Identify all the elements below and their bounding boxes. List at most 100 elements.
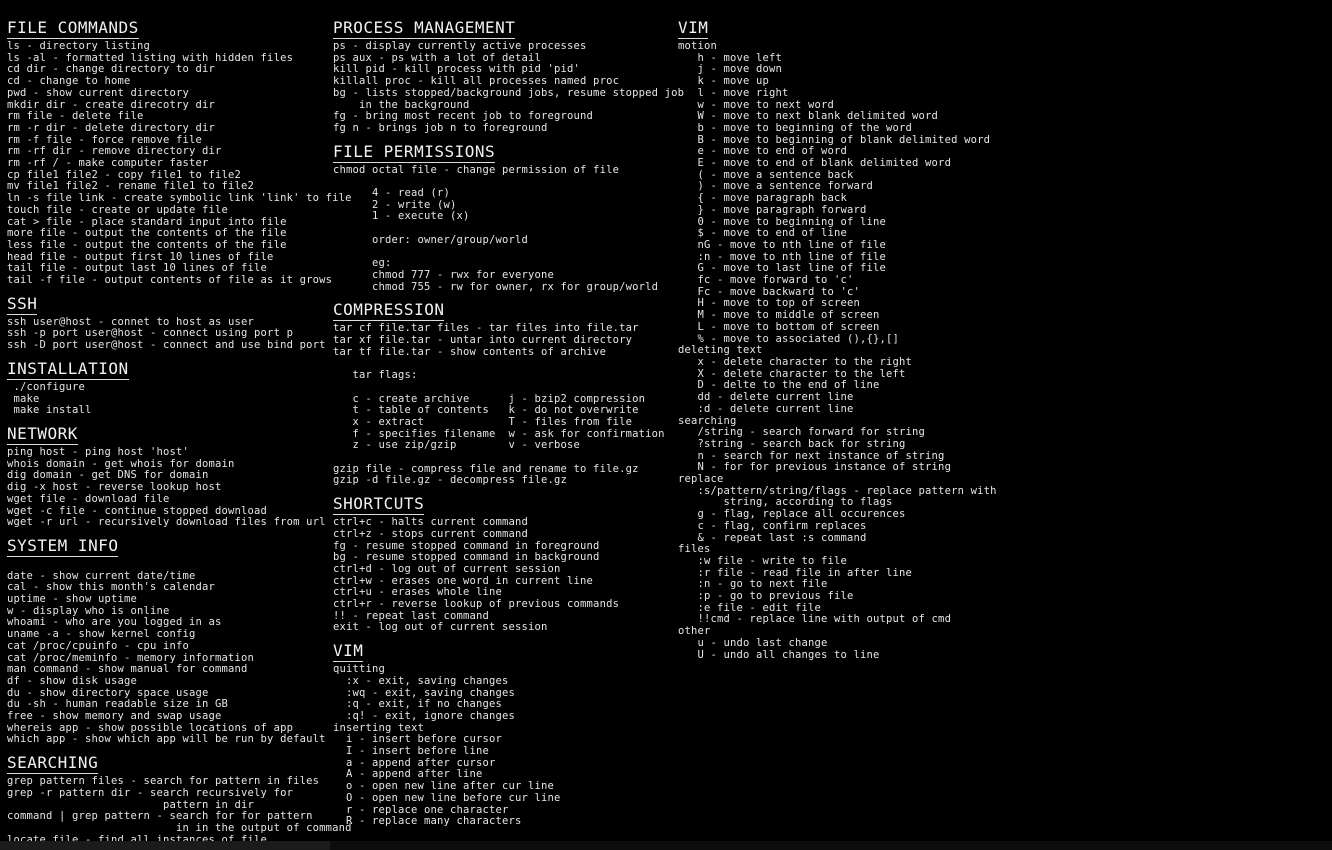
cheatsheet-line: R - replace many characters [333, 815, 522, 828]
cheatsheet-line: O - open new line before cur line [333, 791, 561, 804]
cheatsheet-line: cat /proc/cpuinfo - cpu info [7, 639, 190, 652]
cheatsheet-line: grep -r pattern dir - search recursively… [7, 786, 294, 799]
cheatsheet-line: ?string - search back for string [678, 437, 906, 450]
cheatsheet-line: :p - go to previous file [678, 590, 854, 603]
section-file-permissions: FILE PERMISSIONS chmod octal file - chan… [333, 135, 678, 294]
cheatsheet-line: } - move paragraph forward [678, 203, 867, 216]
cheatsheet-line: replace [678, 473, 724, 486]
cheatsheet-line: ctrl+d - log out of current session [333, 562, 561, 575]
cheatsheet-line [333, 452, 678, 464]
section-heading: COMPRESSION [333, 300, 445, 322]
section-file-commands: FILE COMMANDS ls - directory listing ls -… [7, 18, 351, 287]
cheatsheet-line: :x - exit, saving changes [333, 674, 509, 687]
section-lines: ./configure make make install [7, 380, 333, 417]
section-network: NETWORK ping host - ping host 'host' whoi… [7, 417, 333, 529]
cheatsheet-line: l - move right [678, 86, 789, 99]
horizontal-scrollbar[interactable] [0, 841, 1332, 850]
section-heading: SEARCHING [7, 753, 99, 775]
section-shortcuts: SHORTCUTS ctrl+c - halts current command… [333, 487, 678, 634]
cheatsheet-line: chmod 777 - rwx for everyone [333, 268, 555, 281]
cheatsheet-line: !!cmd - replace line with output of cmd [678, 613, 952, 626]
column-process-and-vim: PROCESS MANAGEMENT ps - display currentl… [333, 18, 684, 828]
cheatsheet-line: exit - log out of current session [333, 621, 548, 634]
cheatsheet-line: U - undo all changes to line [678, 648, 880, 661]
cheatsheet-line: df - show disk usage [7, 674, 138, 687]
column-file-commands: FILE COMMANDS ls - directory listing ls -… [0, 18, 352, 846]
section-heading: VIM [678, 18, 709, 39]
section-lines: date - show current date/time cal - show … [7, 559, 333, 746]
cheatsheet-line: tail -f file - output contents of file a… [7, 274, 333, 287]
cheatsheet-line: tar tf file.tar - show contents of archi… [333, 345, 607, 358]
cheatsheet-line: wget -r url - recursively download files… [7, 516, 326, 529]
section-lines: chmod octal file - change permission of … [333, 163, 678, 294]
section-lines: ping host - ping host 'host' whois domain… [7, 445, 333, 529]
section-lines: grep pattern files - search for pattern … [7, 775, 352, 846]
cheatsheet-line: order: owner/group/world [333, 233, 529, 246]
cheatsheet-line: fc - move forward to 'c' [678, 274, 854, 287]
cheatsheet-line: z - use zip/gzip v - verbose [333, 439, 581, 452]
cheatsheet-line: b - move to beginning of the word [678, 121, 913, 134]
section-lines: motion h - move left j - move down k - m… [678, 40, 1038, 661]
cheatsheet-line: uptime - show uptime [7, 593, 138, 605]
cheatsheet-line: rm -r dir - delete directory dir [7, 121, 216, 134]
section-lines: quitting :x - exit, saving changes :wq -… [333, 663, 678, 828]
cheatsheet-line: L - move to bottom of screen [678, 320, 880, 333]
section-heading: SHORTCUTS [333, 494, 425, 516]
section-heading: NETWORK [7, 423, 78, 445]
cheatsheet-line: tar flags: [333, 369, 418, 382]
cheatsheet-line: tar xf file.tar - untar into current dir… [333, 334, 633, 347]
section-process-management: PROCESS MANAGEMENT ps - display currentl… [333, 18, 684, 135]
cheatsheet-line: free - show memory and swap usage [7, 710, 222, 723]
cheatsheet-line: fg n - brings job n to foreground [333, 121, 548, 134]
cheatsheet-line: & - repeat last :s command [678, 531, 867, 544]
section-installation: INSTALLATION ./configure make make insta… [7, 352, 333, 417]
cheatsheet-line: in in the output of command [7, 821, 352, 834]
cheatsheet-line: E - move to end of blank delimited word [678, 157, 952, 170]
cheatsheet-line: 1 - execute (x) [333, 210, 470, 223]
cheatsheet-line: ssh -D port user@host - connect and use … [7, 339, 326, 352]
section-heading: FILE PERMISSIONS [333, 141, 496, 163]
cheatsheet-line [7, 559, 333, 571]
section-heading: SSH [7, 293, 38, 315]
cheatsheet-line: :q! - exit, ignore changes [333, 709, 516, 722]
section-searching: SEARCHING grep pattern files - search fo… [7, 746, 352, 846]
cheatsheet-line: ./configure [7, 380, 86, 393]
cheatsheet-line: c - flag, confirm replaces [678, 519, 867, 532]
cheatsheet-line: gzip -d file.gz - decompress file.gz [333, 474, 568, 487]
cheatsheet-line: motion [678, 40, 718, 52]
section-lines: tar cf file.tar files - tar files into f… [333, 323, 678, 487]
cheatsheet-line [333, 382, 678, 394]
cheatsheet-line: rm -rf / - make computer faster [7, 157, 209, 170]
cheatsheet-line: x - delete character to the right [678, 355, 913, 368]
section-lines: ps - display currently active processes p… [333, 40, 684, 135]
section-heading: VIM [333, 641, 364, 663]
cheatsheet-line: nG - move to nth line of file [678, 238, 887, 251]
cheatsheet-columns: FILE COMMANDS ls - directory listing ls -… [0, 18, 1332, 846]
cheatsheet-line: chmod octal file - change permission of … [333, 163, 620, 176]
section-heading: SYSTEM INFO [7, 535, 119, 557]
cheatsheet-line: x - extract T - files from file [333, 415, 633, 428]
cheatsheet-line: :d - delete current line [678, 402, 854, 415]
section-lines: ctrl+c - halts current command ctrl+z - s… [333, 516, 678, 634]
cheatsheet-line: which app - show which app will be run b… [7, 733, 326, 746]
cheatsheet-line: ctrl+z - stops current command [333, 527, 529, 540]
cheatsheet-line: 4 - read (r) [333, 187, 451, 200]
cheatsheet-line: I - insert before line [333, 745, 490, 758]
cheatsheet-line: ls - directory listing [7, 40, 151, 52]
section-lines: ssh user@host - connet to host as user ss… [7, 316, 333, 352]
cheatsheet-line: less file - output the contents of the f… [7, 238, 287, 251]
cheatsheet-line: ping host - ping host 'host' [7, 445, 190, 458]
cheatsheet-line: make install [7, 404, 92, 417]
section-lines: ls - directory listing ls -al - formatted… [7, 40, 351, 287]
cheatsheet-line: u - undo last change [678, 636, 828, 649]
cheatsheet-line: touch file - create or update file [7, 203, 229, 216]
section-heading: INSTALLATION [7, 358, 129, 380]
cheatsheet-line: pwd - show current directory [7, 86, 190, 99]
cheatsheet-line: wget file - download file [7, 492, 170, 505]
cheatsheet-page: FILE COMMANDS ls - directory listing ls -… [0, 0, 1332, 850]
cheatsheet-line: ctrl+r - reverse lookup of previous comm… [333, 598, 620, 611]
cheatsheet-line: chmod 755 - rw for owner, rx for group/w… [333, 280, 659, 293]
section-heading: FILE COMMANDS [7, 18, 139, 39]
scrollbar-thumb[interactable] [0, 841, 330, 850]
cheatsheet-line: :w file - write to file [678, 554, 848, 567]
